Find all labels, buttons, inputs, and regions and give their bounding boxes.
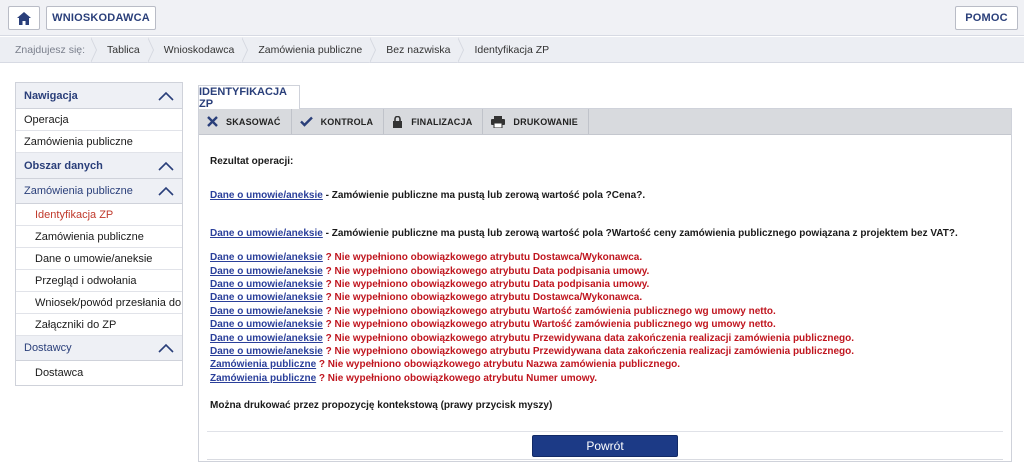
error-text: ? Nie wypełniono obowiązkowego atrybutu … (322, 279, 650, 291)
divider (207, 459, 1003, 460)
finalize-button[interactable]: FINALIZACJA (384, 109, 484, 134)
finalize-label: FINALIZACJA (411, 116, 473, 127)
sidebar-section-navigation[interactable]: Nawigacja (16, 83, 182, 109)
chevron-up-icon[interactable] (158, 343, 174, 353)
home-button[interactable] (8, 6, 40, 30)
print-label: DRUKOWANIE (513, 116, 578, 127)
divider (207, 431, 1003, 432)
error-text: ? Nie wypełniono obowiązkowego atrybutu … (316, 359, 681, 371)
breadcrumb: Znajdujesz się: Tablica Wnioskodawca Zam… (0, 36, 1024, 63)
error-message: Dane o umowie/aneksie ? Nie wypełniono o… (210, 251, 1000, 264)
public-procurement-link[interactable]: Zamówienia publiczne (210, 359, 316, 370)
sidebar-item-uokik-request[interactable]: Wniosek/powód przesłania do UOKiK (16, 292, 182, 314)
sidebar-section-label: Obszar danych (24, 159, 103, 172)
error-list: Dane o umowie/aneksie ? Nie wypełniono o… (210, 251, 1000, 385)
error-message: Zamówienia publiczne ? Nie wypełniono ob… (210, 372, 1000, 385)
operation-result: Rezultat operacji: Dane o umowie/aneksie… (210, 155, 1000, 413)
warning-message: Dane o umowie/aneksie - Zamówienie publi… (210, 189, 1000, 202)
toolbar: SKASOWAĆ KONTROLA FINALIZACJA DRUKOWANIE (199, 109, 1011, 135)
cancel-button[interactable]: SKASOWAĆ (199, 109, 292, 134)
sidebar-group-public-procurement[interactable]: Zamówienia publiczne (16, 179, 182, 204)
sidebar-group-label: Dostawcy (24, 342, 72, 354)
warning-text: - Zamówienie publiczne ma pustą lub zero… (322, 227, 958, 239)
sidebar-section-label: Nawigacja (24, 89, 78, 102)
error-message: Dane o umowie/aneksie ? Nie wypełniono o… (210, 345, 1000, 358)
applicant-button[interactable]: WNIOSKODAWCA (46, 6, 156, 30)
contract-data-link[interactable]: Dane o umowie/aneksie (210, 292, 323, 303)
check-button[interactable]: KONTROLA (292, 109, 385, 134)
sidebar-item-contract-data[interactable]: Dane o umowie/aneksie (16, 248, 182, 270)
contract-data-link[interactable]: Dane o umowie/aneksie (210, 319, 323, 330)
check-label: KONTROLA (320, 116, 374, 127)
breadcrumb-item-applicant[interactable]: Wnioskodawca (146, 36, 247, 63)
main-panel: SKASOWAĆ KONTROLA FINALIZACJA DRUKOWANIE… (198, 108, 1012, 462)
sidebar-item-procurements[interactable]: Zamówienia publiczne (16, 226, 182, 248)
error-text: ? Nie wypełniono obowiązkowego atrybutu … (322, 252, 643, 264)
error-text: ? Nie wypełniono obowiązkowego atrybutu … (322, 265, 650, 277)
contract-data-link[interactable]: Dane o umowie/aneksie (210, 266, 323, 277)
tab-identification[interactable]: IDENTYFIKACJA ZP (198, 85, 300, 110)
breadcrumb-item-public-procurement[interactable]: Zamówienia publiczne (241, 36, 374, 63)
chevron-up-icon[interactable] (158, 186, 174, 196)
breadcrumb-lead: Znajdujesz się: (15, 43, 86, 56)
contract-data-link[interactable]: Dane o umowie/aneksie (210, 346, 323, 357)
error-message: Dane o umowie/aneksie ? Nie wypełniono o… (210, 291, 1000, 304)
sidebar-item-public-procurement[interactable]: Zamówienia publiczne (16, 131, 182, 153)
contract-data-link[interactable]: Dane o umowie/aneksie (210, 252, 323, 263)
error-message: Dane o umowie/aneksie ? Nie wypełniono o… (210, 332, 1000, 345)
error-message: Dane o umowie/aneksie ? Nie wypełniono o… (210, 305, 1000, 318)
printer-icon (491, 115, 506, 128)
print-button[interactable]: DRUKOWANIE (483, 109, 589, 134)
checkmark-icon (299, 116, 313, 127)
error-text: ? Nie wypełniono obowiązkowego atrybutu … (322, 332, 855, 344)
breadcrumb-item-untitled[interactable]: Bez nazwiska (369, 36, 462, 63)
error-text: ? Nie wypełniono obowiązkowego atrybutu … (322, 305, 776, 317)
sidebar-item-review-appeals[interactable]: Przegląd i odwołania (16, 270, 182, 292)
sidebar-item-identification[interactable]: Identyfikacja ZP (16, 204, 182, 226)
contract-data-link[interactable]: Dane o umowie/aneksie (210, 228, 323, 239)
sidebar: Nawigacja Operacja Zamówienia publiczne … (15, 82, 183, 386)
error-text: ? Nie wypełniono obowiązkowego atrybutu … (316, 372, 598, 384)
top-bar: WNIOSKODAWCA POMOC (0, 0, 1024, 36)
sidebar-section-data-area[interactable]: Obszar danych (16, 153, 182, 179)
lock-icon (393, 115, 403, 128)
sidebar-item-supplier[interactable]: Dostawca (16, 361, 182, 385)
contract-data-link[interactable]: Dane o umowie/aneksie (210, 306, 323, 317)
warning-text: - Zamówienie publiczne ma pustą lub zero… (322, 190, 646, 202)
warning-message: Dane o umowie/aneksie - Zamówienie publi… (210, 227, 1000, 240)
error-message: Zamówienia publiczne ? Nie wypełniono ob… (210, 358, 1000, 371)
contract-data-link[interactable]: Dane o umowie/aneksie (210, 190, 323, 201)
error-message: Dane o umowie/aneksie ? Nie wypełniono o… (210, 265, 1000, 278)
help-button[interactable]: POMOC (955, 6, 1018, 30)
result-title: Rezultat operacji: (210, 156, 294, 167)
cancel-label: SKASOWAĆ (226, 116, 281, 127)
print-hint: Można drukować przez propozycję kontekst… (210, 400, 553, 412)
chevron-up-icon[interactable] (158, 91, 174, 101)
sidebar-item-operation[interactable]: Operacja (16, 109, 182, 131)
error-text: ? Nie wypełniono obowiązkowego atrybutu … (322, 346, 855, 358)
sidebar-group-label: Zamówienia publiczne (24, 185, 133, 197)
error-text: ? Nie wypełniono obowiązkowego atrybutu … (322, 319, 776, 331)
sidebar-item-attachments[interactable]: Załączniki do ZP (16, 314, 182, 336)
breadcrumb-item-dashboard[interactable]: Tablica (90, 36, 152, 63)
breadcrumb-item-current: Identyfikacja ZP (457, 36, 561, 63)
back-button[interactable]: Powrót (532, 435, 678, 457)
close-icon (207, 116, 218, 127)
error-text: ? Nie wypełniono obowiązkowego atrybutu … (322, 292, 643, 304)
error-message: Dane o umowie/aneksie ? Nie wypełniono o… (210, 318, 1000, 331)
chevron-up-icon[interactable] (158, 161, 174, 171)
sidebar-group-suppliers[interactable]: Dostawcy (16, 336, 182, 361)
contract-data-link[interactable]: Dane o umowie/aneksie (210, 333, 323, 344)
public-procurement-link[interactable]: Zamówienia publiczne (210, 373, 316, 384)
contract-data-link[interactable]: Dane o umowie/aneksie (210, 279, 323, 290)
error-message: Dane o umowie/aneksie ? Nie wypełniono o… (210, 278, 1000, 291)
home-icon (17, 11, 31, 25)
